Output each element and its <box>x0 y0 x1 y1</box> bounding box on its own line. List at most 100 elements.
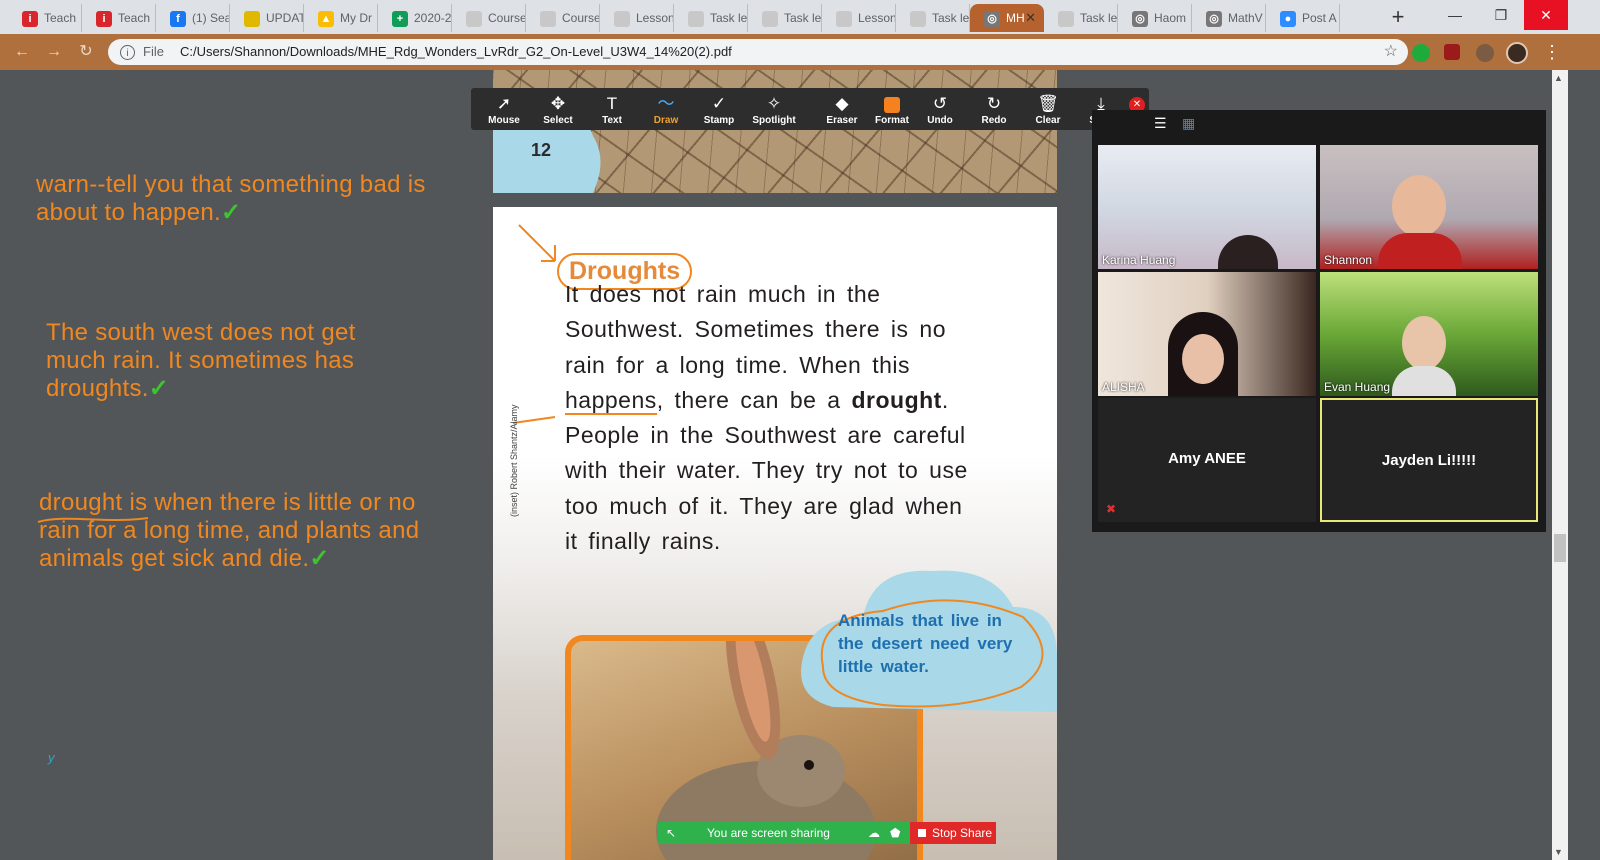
browser-tab[interactable]: ◎ MH ✕ <box>970 4 1044 32</box>
tool-label: Text <box>602 115 622 126</box>
browser-tab[interactable]: ● Post A <box>1266 4 1340 32</box>
participant-tile-shannon[interactable]: Shannon <box>1320 145 1538 269</box>
browser-tab[interactable]: i Teach <box>82 4 156 32</box>
participant-tile-evan[interactable]: Evan Huang <box>1320 272 1538 396</box>
person-face <box>1182 334 1224 384</box>
new-tab-button[interactable]: + <box>1384 6 1412 30</box>
doc-icon <box>762 11 778 27</box>
scroll-up-icon[interactable]: ▲ <box>1554 73 1563 83</box>
forward-button[interactable]: → <box>42 41 66 63</box>
tool-draw[interactable]: 〜 Draw <box>639 88 693 130</box>
scroll-down-icon[interactable]: ▼ <box>1554 847 1563 857</box>
story-line: with their water. They try not to use <box>565 457 968 484</box>
arrow-cursor-icon: ➚ <box>496 94 512 113</box>
participant-tile-alisha[interactable]: ALISHA <box>1098 272 1316 396</box>
note-drought: drought is when there is little or no ra… <box>39 489 429 573</box>
browser-tab[interactable]: ▲ My Dr <box>304 4 378 32</box>
shield-icon: ⬟ <box>890 826 901 840</box>
browser-tab-strip: i Teach i Teach f (1) Sea UPDAT ▲ My Dr +2020-2 Co… <box>0 0 1600 34</box>
story-line: Southwest. Sometimes there is no <box>565 316 946 343</box>
tool-label: Format <box>875 115 909 126</box>
browser-tab[interactable]: Task le <box>748 4 822 32</box>
stray-mark: y <box>48 750 55 765</box>
address-bar[interactable]: i File C:/Users/Shannon/Downloads/MHE_Rdg_… <box>108 39 1408 65</box>
reload-button[interactable]: ↻ <box>74 41 98 63</box>
participant-tile-amy[interactable]: Amy ANEE ✖ <box>1098 398 1316 522</box>
gallery-view-icon[interactable]: ▦ <box>1182 116 1196 130</box>
browser-tab[interactable]: Lesson <box>822 4 896 32</box>
browser-tab[interactable]: Course <box>452 4 526 32</box>
back-button[interactable]: ← <box>10 41 34 63</box>
check-mark-icon: ✓ <box>148 375 170 402</box>
browser-tab[interactable]: f (1) Sea <box>156 4 230 32</box>
browser-tab[interactable]: i Teach <box>8 4 82 32</box>
tab-label: Lesson <box>636 11 674 25</box>
ublock-icon[interactable] <box>1444 44 1460 60</box>
tool-label: Spotlight <box>752 115 796 126</box>
tab-label: Task le <box>784 11 822 25</box>
browser-tab[interactable]: Task le <box>1044 4 1118 32</box>
pdf-page-current: Droughts It does not rain much in the So… <box>493 207 1057 860</box>
tab-label: Task le <box>1080 11 1118 25</box>
wand-icon: ✧ <box>766 94 782 113</box>
doc-icon <box>1058 11 1074 27</box>
tool-eraser[interactable]: ◆ Eraser <box>815 88 869 130</box>
stop-share-label: Stop Share <box>932 826 993 840</box>
bookmark-star-icon[interactable]: ☆ <box>1384 39 1398 65</box>
text-icon: T <box>606 94 618 113</box>
globe-icon: ◎ <box>984 11 1000 27</box>
scrollbar-thumb[interactable] <box>1554 534 1566 562</box>
tool-mouse[interactable]: ➚ Mouse <box>477 88 531 130</box>
close-window-button[interactable]: ✕ <box>1524 0 1568 30</box>
minimize-button[interactable]: — <box>1432 0 1478 30</box>
info-icon[interactable]: i <box>120 45 135 61</box>
participant-tile-karina[interactable]: Karina Huang <box>1098 145 1316 269</box>
tool-undo[interactable]: ↺ Undo <box>913 88 967 130</box>
tool-text[interactable]: T Text <box>585 88 639 130</box>
tab-label: My Dr <box>340 11 372 25</box>
tab-label: Task le <box>710 11 748 25</box>
tool-select[interactable]: ✥ Select <box>531 88 585 130</box>
story-line: rain for a long time. When this <box>565 351 911 378</box>
browser-tab[interactable]: UPDAT <box>230 4 304 32</box>
tool-stamp[interactable]: ✓ Stamp <box>692 88 746 130</box>
tool-label: Stamp <box>703 115 735 126</box>
extension-green-icon[interactable] <box>1412 44 1430 62</box>
browser-tab[interactable]: +2020-2 <box>378 4 452 32</box>
tool-label: Mouse <box>488 115 520 126</box>
stop-square-icon <box>918 829 926 837</box>
note-drought-text: drought is when there is little or no ra… <box>39 489 420 572</box>
browser-tab[interactable]: ◎ Haom <box>1118 4 1192 32</box>
extensions-puzzle-icon[interactable] <box>1476 44 1494 62</box>
tool-clear[interactable]: 🗑 Clear <box>1021 88 1075 130</box>
speaker-view-icon[interactable]: ☰ <box>1154 116 1168 130</box>
tool-redo[interactable]: ↻ Redo <box>967 88 1021 130</box>
browser-tab[interactable]: Task le <box>674 4 748 32</box>
stop-share-button[interactable]: Stop Share <box>910 822 996 844</box>
browser-tab[interactable]: Lesson <box>600 4 674 32</box>
participant-tile-jayden[interactable]: Jayden Li!!!!! <box>1320 398 1538 522</box>
redo-icon: ↻ <box>986 94 1002 113</box>
browser-tab[interactable]: Task le <box>896 4 970 32</box>
url-text: C:/Users/Shannon/Downloads/MHE_Rdg_Wonde… <box>179 44 732 59</box>
tab-label: UPDAT <box>266 11 304 25</box>
close-tab-icon[interactable]: ✕ <box>1025 4 1036 32</box>
doc-icon <box>540 11 556 27</box>
scheme-label: File <box>143 44 164 59</box>
drive-icon: ▲ <box>318 11 334 27</box>
tab-label: Course <box>488 11 526 25</box>
check-mark-icon: ✓ <box>309 545 330 572</box>
browser-tab[interactable]: Course <box>526 4 600 32</box>
tool-format[interactable]: Format <box>865 88 919 130</box>
menu-dots-icon[interactable]: ⋮ <box>1540 41 1564 63</box>
tab-label: Task le <box>932 11 970 25</box>
undo-icon: ↺ <box>932 94 948 113</box>
tool-spotlight[interactable]: ✧ Spotlight <box>747 88 801 130</box>
page-scrollbar[interactable]: ▲ ▼ <box>1552 70 1568 860</box>
profile-avatar[interactable] <box>1506 42 1528 64</box>
restore-button[interactable]: ❐ <box>1478 0 1524 30</box>
format-icon <box>865 93 919 115</box>
cloud-icon: ☁ <box>868 826 880 840</box>
browser-tab[interactable]: ◎ MathV <box>1192 4 1266 32</box>
eraser-icon: ◆ <box>835 94 849 113</box>
